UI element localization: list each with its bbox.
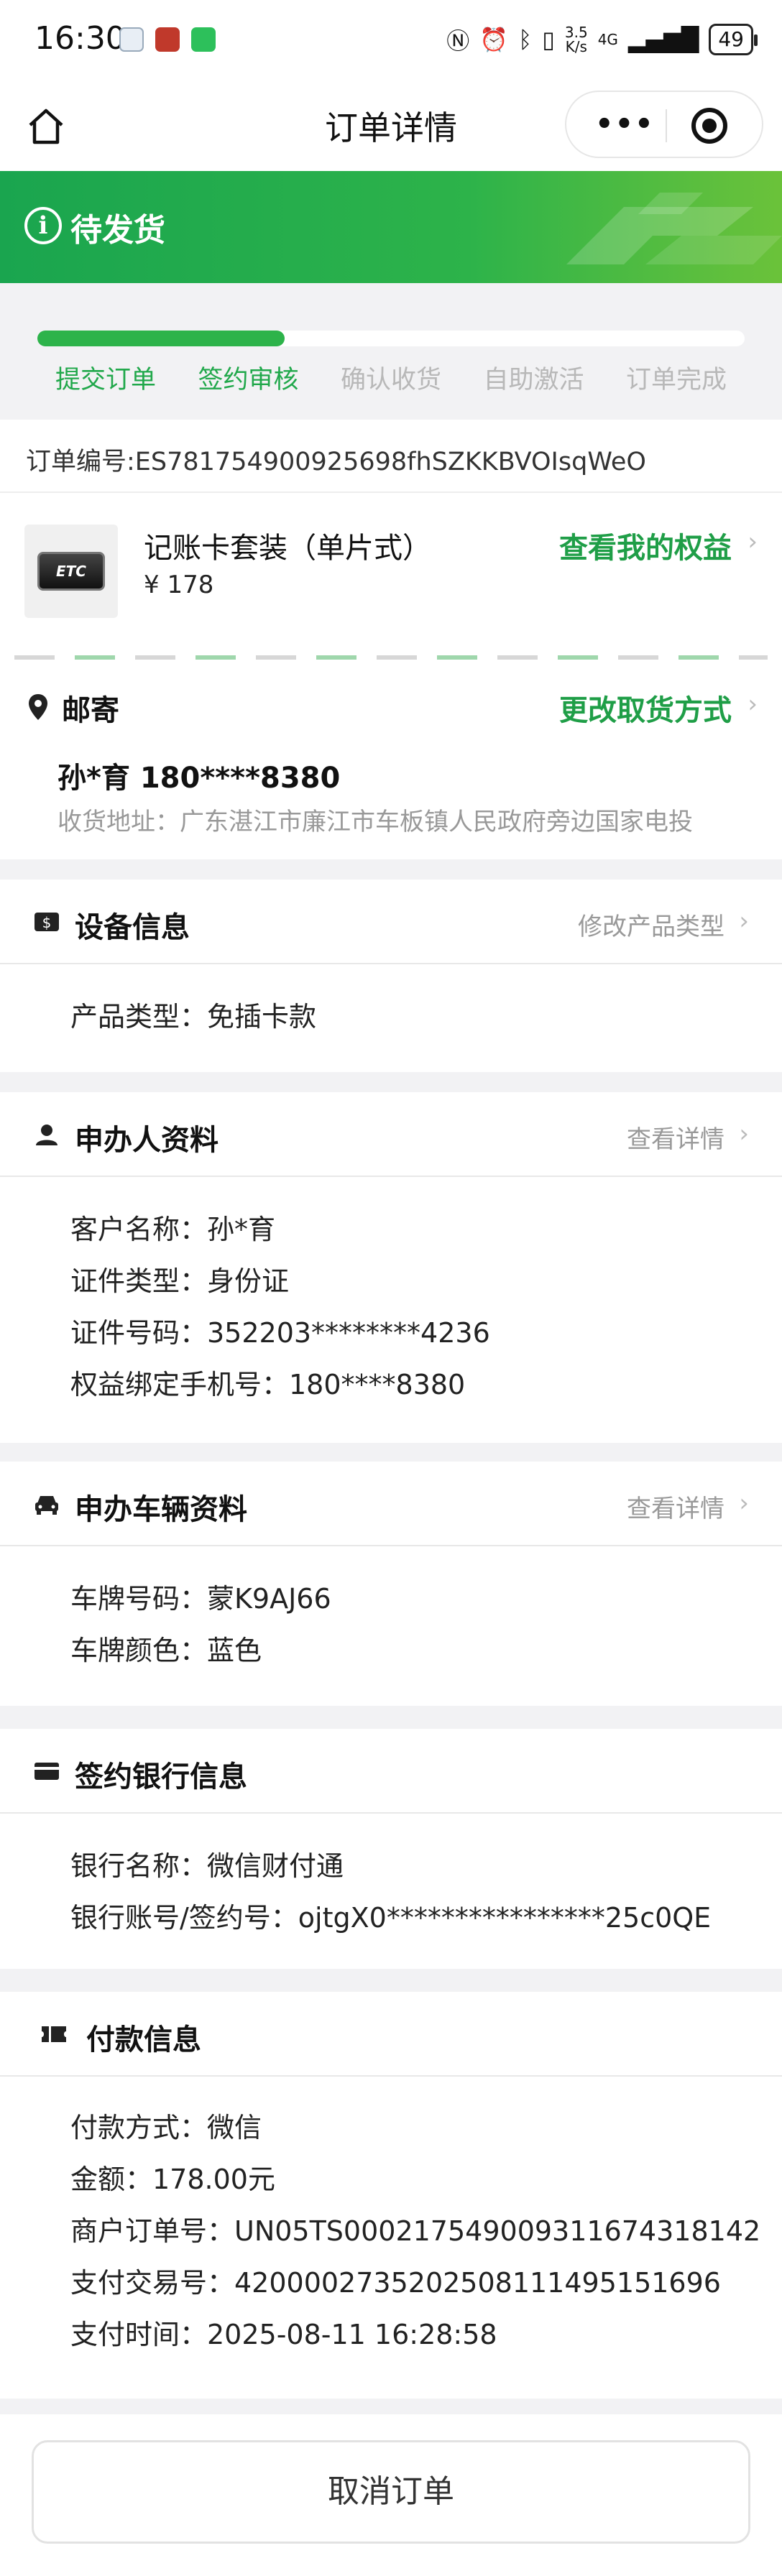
customer-name-row: 客户名称：孙*育 (70, 1214, 276, 1245)
status-bar: 16:30 Ⓝ ⏰ ᛒ ▯ 3.5 K/s 4G ▂▄▆█ 49 (0, 0, 782, 79)
view-applicant-details-link[interactable]: 查看详情 (627, 1120, 724, 1155)
shipping-section: 邮寄 更改取货方式 › 孙*育 180****8380 收货地址：广东湛江市廉江… (0, 661, 782, 859)
progress-step: 订单完成 (625, 366, 727, 394)
view-benefits-link[interactable]: 查看我的权益 (559, 525, 732, 566)
order-status-text: 待发货 (70, 212, 165, 249)
progress-step: 签约审核 (198, 366, 299, 394)
person-icon (36, 1125, 58, 1145)
section-title: 申办车辆资料 (75, 1493, 247, 1526)
car-icon (35, 1496, 58, 1515)
bank-section: 签约银行信息 银行名称：微信财付通 银行账号/签约号：ojtgX0*******… (0, 1729, 782, 1969)
nfc-icon: Ⓝ (446, 27, 470, 55)
network-type: 4G (597, 31, 618, 48)
progress-steps: 提交订单 签约审核 确认收货 自助激活 订单完成 (37, 359, 745, 396)
applicant-section: 申办人资料 查看详情 › 客户名称：孙*育 证件类型：身份证 证件号码：3522… (0, 1092, 782, 1443)
id-type-row: 证件类型：身份证 (70, 1265, 290, 1297)
progress-step: 确认收货 (340, 366, 441, 394)
banner-logo-watermark (566, 193, 782, 264)
bank-account-row: 银行账号/签约号：ojtgX0****************25c0QE (70, 1902, 712, 1934)
section-header: 付款信息 (0, 1992, 782, 2077)
section-title: 签约银行信息 (75, 1760, 247, 1793)
status-indicators: Ⓝ ⏰ ᛒ ▯ 3.5 K/s 4G ▂▄▆█ 49 (446, 22, 758, 57)
more-menu-icon[interactable]: ••• (595, 110, 655, 139)
mini-program-capsule: ••• (565, 91, 763, 158)
net-speed: 3.5 K/s (564, 24, 588, 55)
order-number: 订单编号:ES781754900925698fhSZKKBVOIsqWeO (26, 448, 646, 476)
merchant-order-no-row: 商户订单号：UN05TS00021754900931167431814​2 (70, 2215, 761, 2247)
modify-product-type-link[interactable]: 修改产品类型 (578, 907, 724, 942)
bluetooth-icon: ᛒ (518, 26, 533, 53)
cloud-app-icon (119, 27, 144, 52)
bottom-action-bar: 取消订单 (0, 2414, 782, 2576)
wechat-icon (191, 27, 216, 52)
ticket-icon (42, 2026, 66, 2042)
transaction-no-row: 支付交易号：4200002735202508111495151696 (70, 2267, 721, 2299)
shipping-method-title: 邮寄 (62, 694, 119, 727)
product-card: ETC 记账卡套装（单片式） ¥ 178 查看我的权益 › (0, 493, 782, 657)
svg-text:$: $ (42, 914, 52, 931)
status-time: 16:30 (34, 20, 126, 57)
vehicle-section: 申办车辆资料 查看详情 › 车牌号码：蒙K9AJ66 车牌颜色：蓝色 (0, 1462, 782, 1706)
section-title: 付款信息 (86, 2023, 201, 2056)
alarm-icon: ⏰ (479, 26, 509, 53)
plate-number-row: 车牌号码：蒙K9AJ66 (70, 1583, 331, 1615)
section-header: 申办车辆资料 查看详情 › (0, 1462, 782, 1546)
etc-card-image: ETC (37, 552, 105, 591)
section-title: 设备信息 (75, 911, 190, 944)
section-header: $ 设备信息 修改产品类型 › (0, 880, 782, 964)
capsule-divider (666, 109, 667, 142)
id-number-row: 证件号码：352203********4236 (70, 1317, 490, 1349)
close-miniprogram-icon[interactable] (691, 108, 727, 144)
red-app-icon (155, 27, 180, 52)
chevron-right-icon: › (739, 1489, 749, 1518)
vibrate-icon: ▯ (542, 26, 555, 53)
product-name: 记账卡套装（单片式） (144, 532, 431, 565)
chevron-right-icon: › (748, 527, 758, 556)
section-header: 申办人资料 查看详情 › (0, 1092, 782, 1177)
cancel-order-button[interactable]: 取消订单 (32, 2440, 750, 2544)
signal-icon: ▂▄▆█ (627, 26, 699, 53)
device-info-section: $ 设备信息 修改产品类型 › 产品类型：免插卡款 (0, 880, 782, 1072)
section-title: 申办人资料 (75, 1124, 218, 1157)
chevron-right-icon: › (748, 690, 758, 719)
bank-name-row: 银行名称：微信财付通 (70, 1850, 344, 1882)
chevron-right-icon: › (739, 907, 749, 936)
product-price: ¥ 178 (144, 571, 214, 599)
bank-card-icon (34, 1763, 59, 1780)
info-icon: i (24, 207, 62, 244)
payment-method-row: 付款方式：微信 (70, 2112, 262, 2143)
payment-section: 付款信息 付款方式：微信 金额：178.00元 商户订单号：UN05TS0002… (0, 1992, 782, 2399)
progress-step: 提交订单 (55, 366, 156, 394)
chevron-right-icon: › (739, 1120, 749, 1148)
shipping-address: 收货地址：广东湛江市廉江市车板镇人民政府旁边国家电投 (58, 808, 693, 836)
view-vehicle-details-link[interactable]: 查看详情 (627, 1489, 724, 1524)
battery-indicator: 49 (709, 24, 758, 55)
device-icon: $ (34, 913, 59, 931)
bound-phone-row: 权益绑定手机号：180****8380 (70, 1369, 466, 1400)
change-pickup-method-link[interactable]: 更改取货方式 (559, 687, 732, 729)
location-pin-icon (29, 694, 47, 720)
recipient-name-phone: 孙*育 180****8380 (58, 762, 341, 795)
order-status-banner: i 待发货 (0, 171, 782, 283)
order-number-row: 订单编号:ES781754900925698fhSZKKBVOIsqWeO (0, 420, 782, 493)
payment-time-row: 支付时间：2025-08-11 16:28:58 (70, 2319, 497, 2350)
product-image: ETC (24, 525, 118, 618)
amount-row: 金额：178.00元 (70, 2164, 275, 2195)
nav-bar: 订单详情 ••• (0, 79, 782, 171)
dashed-divider (0, 655, 782, 661)
plate-color-row: 车牌颜色：蓝色 (70, 1635, 262, 1666)
progress-step: 自助激活 (483, 366, 584, 394)
progress-fill (37, 331, 285, 346)
product-type-row: 产品类型：免插卡款 (70, 1001, 317, 1033)
order-progress: 提交订单 签约审核 确认收货 自助激活 订单完成 (0, 283, 782, 420)
section-header: 签约银行信息 (0, 1729, 782, 1814)
